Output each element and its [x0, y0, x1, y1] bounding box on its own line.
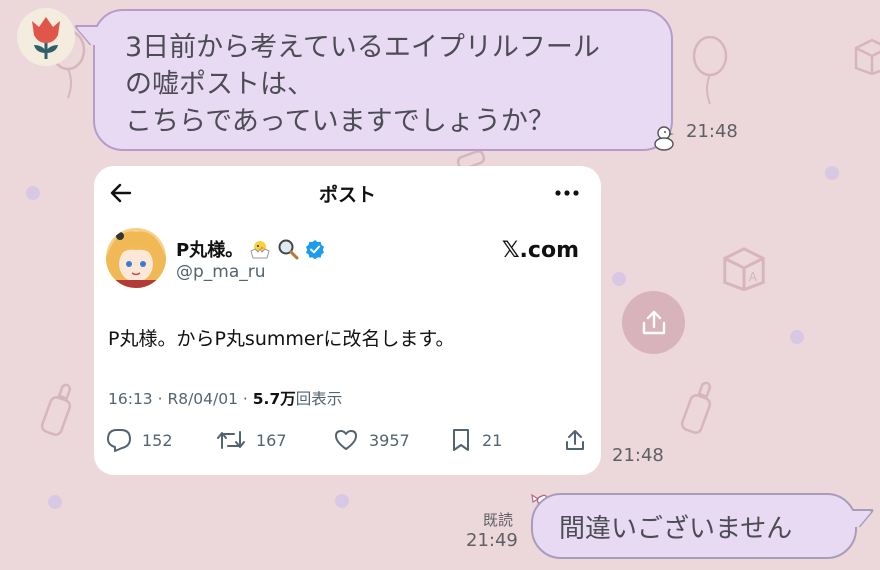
tweet-meta: 16:13 · R8/04/01 · 5.7万回表示	[108, 387, 342, 409]
outgoing-message-time: 21:49	[466, 530, 518, 551]
share-button-icon	[642, 310, 665, 334]
toy-block-icon: A	[723, 247, 765, 292]
tweet-views-label: 回表示	[295, 390, 343, 408]
reply-count: 152	[142, 430, 173, 450]
contact-avatar[interactable]	[17, 8, 75, 66]
share-icon	[566, 430, 584, 450]
repost-count: 167	[256, 430, 287, 450]
like-count: 3957	[369, 430, 410, 450]
balloon-icon	[692, 36, 728, 105]
tweet-views-count: 5.7万	[252, 390, 296, 408]
bg-dot	[825, 166, 839, 180]
share-tweet-button[interactable]	[564, 428, 586, 452]
bookmark-icon	[453, 429, 469, 451]
tweet-source-label[interactable]: 𝕏.com	[502, 238, 579, 263]
verified-badge-icon	[306, 240, 325, 259]
bg-dot	[790, 330, 804, 344]
tweet-display-name[interactable]: P丸様。	[176, 236, 325, 262]
tweet-header-title: ポスト	[318, 184, 376, 206]
incoming-message-text: 3日前から考えているエイプリルフール の嘘ポストは、 こちらであっていますでしょ…	[125, 32, 600, 137]
duck-sticker-icon	[654, 126, 674, 151]
incoming-message-bubble[interactable]: 3日前から考えているエイプリルフール の嘘ポストは、 こちらであっていますでしょ…	[93, 9, 673, 151]
bg-dot	[612, 272, 626, 286]
like-button[interactable]: 3957	[333, 428, 410, 452]
tweet-actions: 152 167 3957 21	[94, 424, 601, 456]
tweet-card[interactable]: ポスト P丸様。 @p_ma_ru 𝕏.com P丸様。からP丸summerに改…	[94, 166, 601, 475]
toy-block-icon	[854, 38, 880, 76]
tweet-card-header: ポスト	[94, 178, 601, 208]
card-message-time: 21:48	[612, 445, 664, 466]
outgoing-message-text: 間違いございません	[559, 513, 793, 544]
bg-dot	[48, 495, 62, 509]
bg-dot	[26, 186, 40, 200]
display-name-text: P丸様。	[176, 240, 244, 261]
bookmark-button[interactable]: 21	[450, 428, 502, 452]
tweet-timestamp: 16:13 · R8/04/01 ·	[108, 390, 253, 408]
baby-bottle-icon	[40, 383, 72, 436]
tweet-username[interactable]: @p_ma_ru	[176, 262, 266, 282]
share-message-button[interactable]	[622, 291, 685, 354]
repost-button[interactable]: 167	[216, 428, 287, 452]
like-icon	[335, 430, 357, 450]
tulip-icon	[32, 17, 60, 59]
reply-icon	[107, 429, 131, 452]
outgoing-message-bubble[interactable]: 間違いございません	[531, 493, 857, 559]
more-icon[interactable]	[555, 190, 579, 196]
reply-button[interactable]: 152	[106, 428, 173, 452]
incoming-message-time: 21:48	[686, 121, 738, 142]
tweet-author-avatar[interactable]	[106, 228, 166, 288]
repost-icon	[217, 431, 245, 449]
chick-emoji-icon	[250, 241, 270, 259]
tweet-body-text: P丸様。からP丸summerに改名します。	[108, 328, 455, 350]
bookmark-count: 21	[482, 430, 503, 450]
read-receipt: 既読	[483, 511, 514, 529]
baby-bottle-icon	[680, 381, 712, 434]
bg-dot	[335, 494, 349, 508]
magnifier-emoji-icon	[278, 239, 299, 260]
svg-text:A: A	[749, 270, 758, 284]
